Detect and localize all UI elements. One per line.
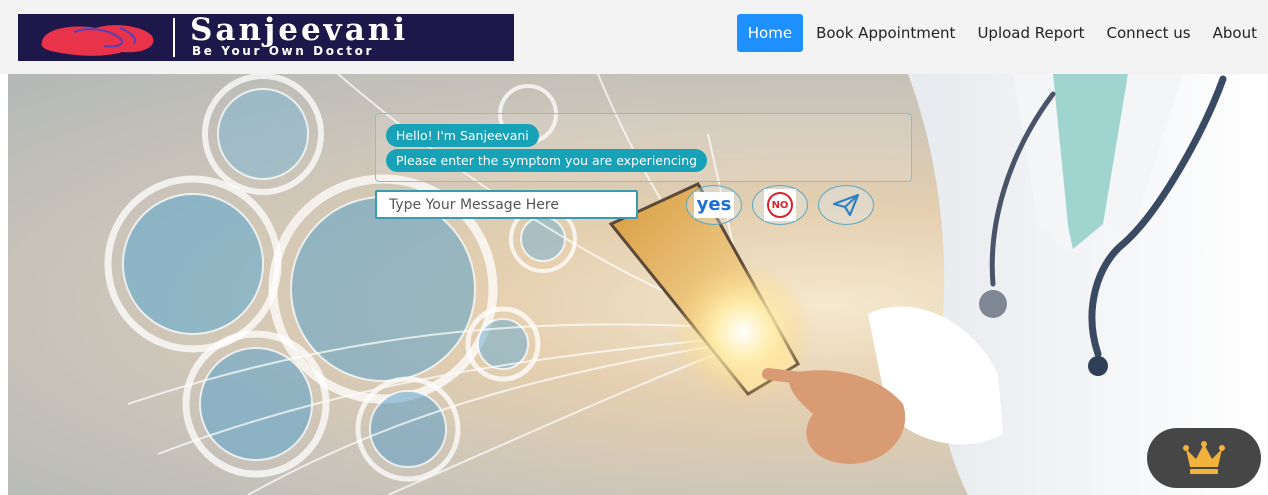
nav-about[interactable]: About	[1202, 14, 1268, 52]
send-button[interactable]	[818, 185, 874, 225]
nav-upload-report[interactable]: Upload Report	[966, 14, 1095, 52]
no-button[interactable]: NO	[752, 185, 808, 225]
crown-button[interactable]	[1147, 428, 1261, 488]
main-nav: Home Book Appointment Upload Report Conn…	[736, 14, 1268, 52]
no-badge-icon: NO	[764, 189, 796, 221]
logo[interactable]: Sanjeevani Be Your Own Doctor	[18, 12, 514, 61]
bot-message: Hello! I'm Sanjeevani	[386, 124, 539, 147]
yes-label: yes	[693, 192, 735, 218]
brand-title: Sanjeevani	[190, 12, 409, 48]
no-label: NO	[767, 192, 793, 218]
brand-tagline: Be Your Own Doctor	[192, 44, 374, 58]
chat-window: Hello! I'm Sanjeevani Please enter the s…	[375, 113, 912, 182]
nav-home[interactable]: Home	[736, 14, 804, 52]
paper-plane-icon	[832, 193, 860, 217]
nav-connect-us[interactable]: Connect us	[1096, 14, 1202, 52]
nav-book-appointment[interactable]: Book Appointment	[805, 14, 966, 52]
page: Sanjeevani Be Your Own Doctor Home Book …	[0, 0, 1268, 495]
navbar: Sanjeevani Be Your Own Doctor Home Book …	[0, 0, 1268, 74]
logo-divider	[173, 18, 175, 57]
logo-mark-icon	[41, 25, 154, 56]
bot-message: Please enter the symptom you are experie…	[386, 149, 708, 172]
yes-button[interactable]: yes	[686, 185, 742, 225]
crown-icon	[1183, 441, 1225, 474]
message-input[interactable]	[375, 190, 638, 219]
